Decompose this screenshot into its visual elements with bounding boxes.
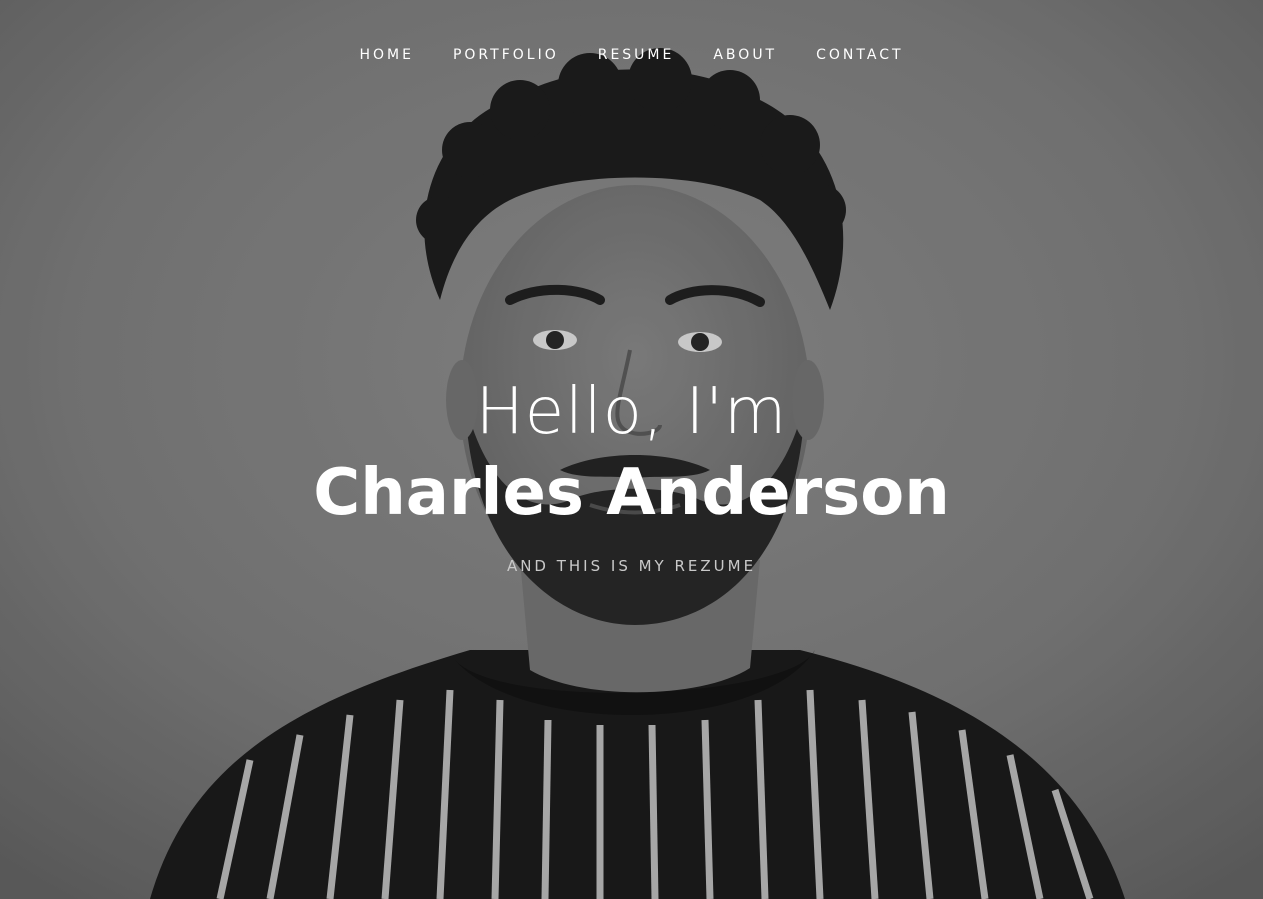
nav-item-about[interactable]: ABOUT: [713, 44, 777, 66]
nav-item-resume[interactable]: RESUME: [598, 44, 675, 66]
nav-item-contact[interactable]: CONTACT: [816, 44, 903, 66]
hero-tagline: AND THIS IS MY REZUME: [506, 557, 757, 575]
nav-item-portfolio[interactable]: PORTFOLIO: [453, 44, 559, 66]
hero-greeting: Hello, I'm: [475, 375, 788, 449]
hero-headline: Hello, I'm Charles Anderson AND THIS IS …: [0, 375, 1263, 575]
main-navigation: HOME PORTFOLIO RESUME ABOUT CONTACT: [0, 44, 1263, 66]
hero-section: HOME PORTFOLIO RESUME ABOUT CONTACT Hell…: [0, 0, 1263, 899]
nav-item-home[interactable]: HOME: [359, 44, 413, 66]
hero-name: Charles Anderson: [313, 456, 950, 530]
